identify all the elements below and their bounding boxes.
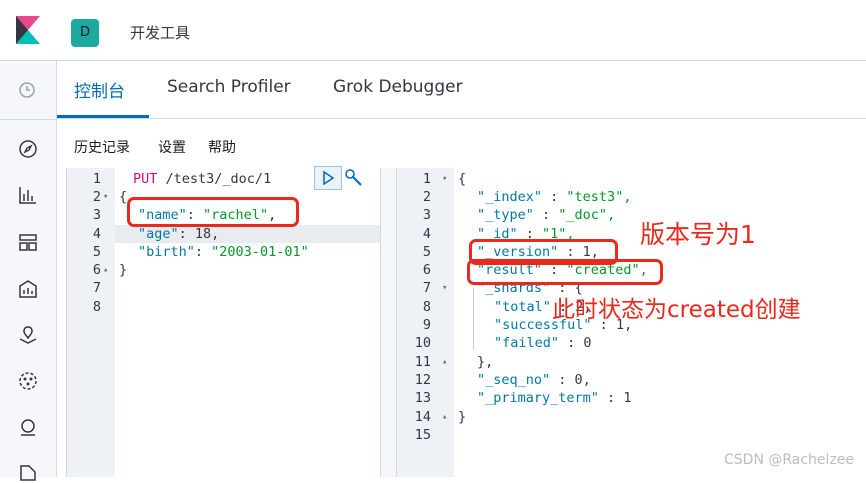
json-value: "_doc", xyxy=(558,207,616,223)
request-gutter: 1 2 ▾ 3 4 5 6 ▴ 7 8 xyxy=(67,168,115,477)
line-number: 6 xyxy=(422,262,431,278)
line-number: 7 xyxy=(422,280,431,296)
line-number: 9 xyxy=(422,317,431,333)
dashboard-icon[interactable] xyxy=(17,231,39,253)
line-number: 2 xyxy=(92,189,101,205)
watermark: CSDN @Rachelzee xyxy=(724,452,855,468)
request-actions xyxy=(314,166,372,190)
json-key: "_index" xyxy=(477,189,543,205)
space-avatar[interactable]: D xyxy=(71,19,99,47)
json-open-brace: { xyxy=(119,189,128,205)
json-close-brace: }, xyxy=(477,354,494,370)
json-field: "_primary_term" : 1 xyxy=(477,390,632,406)
json-key: "failed" xyxy=(494,335,560,351)
json-close-brace: } xyxy=(458,409,467,425)
infrastructure-icon[interactable] xyxy=(17,416,39,438)
history-link[interactable]: 历史记录 xyxy=(74,137,130,157)
json-field: "_seq_no" : 0, xyxy=(477,372,591,388)
logs-icon[interactable] xyxy=(17,461,39,483)
canvas-icon[interactable] xyxy=(17,278,39,300)
recent-clock-icon[interactable] xyxy=(17,80,37,100)
fold-toggle-icon[interactable]: ▴ xyxy=(103,261,108,279)
json-field: "failed" : 0 xyxy=(494,335,592,351)
ml-icon[interactable] xyxy=(17,370,39,392)
json-key: "total" xyxy=(494,299,551,315)
fold-toggle-icon[interactable]: ▴ xyxy=(442,408,447,426)
fold-toggle-icon[interactable]: ▴ xyxy=(442,353,447,371)
json-value: 0, xyxy=(574,372,591,388)
line-number: 1 xyxy=(92,171,101,187)
console-menu: 历史记录 设置 帮助 xyxy=(57,119,866,167)
json-value: 18 xyxy=(194,226,212,242)
json-field: "birth": "2003-01-01" xyxy=(138,244,309,260)
kibana-logo-icon[interactable] xyxy=(16,16,40,44)
help-link[interactable]: 帮助 xyxy=(208,137,236,157)
annotation-created-note: 此时状态为created创建 xyxy=(552,297,801,323)
annotation-box-name xyxy=(127,197,299,227)
json-key: "age" xyxy=(138,226,179,242)
response-gutter: 1 ▾ 2 3 4 5 6 7 ▾ 8 9 10 11 ▴ 12 13 14 ▴… xyxy=(397,168,454,477)
indent-guide xyxy=(473,288,474,350)
line-number: 1 xyxy=(422,171,431,187)
json-value: 1 xyxy=(623,390,632,406)
editor-resize-handle[interactable] xyxy=(380,168,397,477)
annotation-version-note: 版本号为1 xyxy=(640,220,756,249)
side-nav xyxy=(0,61,57,481)
top-bar: D 开发工具 xyxy=(0,0,866,61)
settings-link[interactable]: 设置 xyxy=(158,137,186,157)
json-key: "_type" xyxy=(477,207,534,223)
line-number: 5 xyxy=(422,244,431,260)
line-number: 4 xyxy=(92,226,101,242)
line-number: 11 xyxy=(414,354,431,370)
line-number: 6 xyxy=(92,262,101,278)
send-request-button[interactable] xyxy=(314,166,342,190)
fold-toggle-icon[interactable]: ▾ xyxy=(442,170,447,188)
json-comma: , xyxy=(211,226,220,242)
annotation-box-result xyxy=(467,259,663,285)
line-number: 2 xyxy=(422,189,431,205)
maps-icon[interactable] xyxy=(17,324,39,346)
line-number: 13 xyxy=(414,390,431,406)
line-number: 4 xyxy=(422,226,431,242)
request-line: PUT /test3/_doc/1 xyxy=(133,170,271,188)
http-method: PUT xyxy=(133,171,158,187)
line-number: 5 xyxy=(92,244,101,260)
line-number: 14 xyxy=(414,409,431,425)
json-key: "_primary_term" xyxy=(477,390,599,406)
line-number: 3 xyxy=(422,207,431,223)
tab-grok-debugger[interactable]: Grok Debugger xyxy=(333,77,463,97)
json-value: "test3", xyxy=(566,189,632,205)
line-number: 3 xyxy=(92,207,101,223)
json-open-brace: { xyxy=(458,171,467,187)
tab-console[interactable]: 控制台 xyxy=(74,77,125,102)
json-value: "2003-01-01" xyxy=(211,244,309,260)
line-number: 7 xyxy=(92,280,101,296)
line-number: 8 xyxy=(422,299,431,315)
json-value: 0 xyxy=(583,335,592,351)
wrench-icon[interactable] xyxy=(344,168,364,188)
line-number: 8 xyxy=(92,299,101,315)
request-path: /test3/_doc/1 xyxy=(165,171,272,187)
visualize-chart-icon[interactable] xyxy=(17,184,39,206)
json-key: "_seq_no" xyxy=(477,372,551,388)
json-field: "_type" : "_doc", xyxy=(477,207,616,223)
fold-toggle-icon[interactable]: ▾ xyxy=(442,279,447,297)
play-icon xyxy=(323,170,335,186)
active-tab-indicator xyxy=(57,115,149,118)
line-number: 15 xyxy=(414,427,431,443)
fold-toggle-icon[interactable]: ▾ xyxy=(103,188,108,206)
line-number: 12 xyxy=(414,372,431,388)
json-field: "age": 18, xyxy=(138,226,220,242)
json-key: "birth" xyxy=(138,244,195,260)
tab-bar: 控制台 Search Profiler Grok Debugger xyxy=(57,61,866,119)
page-title: 开发工具 xyxy=(130,24,191,42)
nav-divider xyxy=(0,119,56,120)
json-field: "_index" : "test3", xyxy=(477,189,632,205)
line-number: 10 xyxy=(414,335,431,351)
tab-search-profiler[interactable]: Search Profiler xyxy=(167,77,291,97)
discover-compass-icon[interactable] xyxy=(17,138,39,160)
json-close-brace: } xyxy=(119,262,128,278)
